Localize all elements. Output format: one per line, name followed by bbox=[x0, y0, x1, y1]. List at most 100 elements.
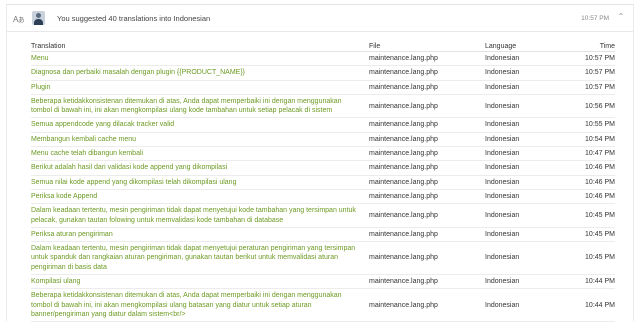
language-cell: Indonesian bbox=[485, 288, 565, 322]
activity-title: You suggested 40 translations into Indon… bbox=[57, 14, 211, 23]
table-row: Membangun kembali cache menu maintenance.… bbox=[31, 132, 615, 148]
file-cell: maintenance.lang.php bbox=[369, 80, 485, 95]
language-cell: Indonesian bbox=[485, 51, 565, 67]
header-translation: Translation bbox=[31, 36, 369, 52]
file-cell: maintenance.lang.php bbox=[369, 288, 485, 322]
time-cell: 10:47 PM bbox=[565, 146, 615, 162]
time-cell: 10:44 PM bbox=[565, 274, 615, 290]
table-row: Dalam keadaan tertentu, mesin pengiriman… bbox=[31, 241, 615, 276]
language-cell: Indonesian bbox=[485, 175, 565, 190]
file-cell: maintenance.lang.php bbox=[369, 274, 485, 290]
translation-link[interactable]: Beberapa ketidakkonsistenan ditemukan di… bbox=[31, 97, 369, 116]
time-cell: 10:54 PM bbox=[565, 132, 615, 148]
language-cell: Indonesian bbox=[485, 189, 565, 205]
file-cell: maintenance.lang.php bbox=[369, 117, 485, 133]
translation-link[interactable]: Semua nilai kode append yang dikompilasi… bbox=[31, 178, 369, 187]
time-cell: 10:45 PM bbox=[565, 203, 615, 228]
translation-cell: Semua nilai kode append yang dikompilasi… bbox=[31, 175, 369, 190]
language-cell: Indonesian bbox=[485, 65, 565, 81]
translation-cell: Periksa aturan pengiriman bbox=[31, 227, 369, 243]
translation-cell: Kompilasi ulang bbox=[31, 274, 369, 290]
table-body: Menu maintenance.lang.php Indonesian 10:57 … bbox=[31, 51, 615, 322]
translation-link[interactable]: Menu cache telah dibangun kembali bbox=[31, 149, 369, 158]
time-cell: 10:46 PM bbox=[565, 189, 615, 205]
table-row: Diagnosa dan perbaiki masalah dengan plu… bbox=[31, 65, 615, 81]
file-cell: maintenance.lang.php bbox=[369, 146, 485, 162]
table-row: Menu cache telah dibangun kembali mainten… bbox=[31, 146, 615, 162]
translation-cell: Menu bbox=[31, 51, 369, 67]
time-cell: 10:57 PM bbox=[565, 51, 615, 67]
header-time: Time bbox=[565, 36, 615, 52]
file-cell: maintenance.lang.php bbox=[369, 51, 485, 67]
activity-header[interactable]: Aあ You suggested 40 translations into In… bbox=[7, 5, 633, 32]
translation-link[interactable]: Periksa aturan pengiriman bbox=[31, 230, 369, 239]
language-cell: Indonesian bbox=[485, 241, 565, 276]
time-cell: 10:56 PM bbox=[565, 94, 615, 119]
translation-cell: Dalam keadaan tertentu, mesin pengiriman… bbox=[31, 203, 369, 228]
translation-cell: Periksa kode Append bbox=[31, 189, 369, 205]
table-row: Periksa aturan pengiriman maintenance.lan… bbox=[31, 227, 615, 243]
table-row: Dalam keadaan tertentu, mesin pengiriman… bbox=[31, 203, 615, 228]
translation-cell: Beberapa ketidakkonsistenan ditemukan di… bbox=[31, 94, 369, 119]
time-cell: 10:45 PM bbox=[565, 241, 615, 276]
translation-link[interactable]: Diagnosa dan perbaiki masalah dengan plu… bbox=[31, 68, 369, 77]
table-row: Semua nilai kode append yang dikompilasi… bbox=[31, 175, 615, 190]
translation-link[interactable]: Dalam keadaan tertentu, mesin pengiriman… bbox=[31, 244, 369, 272]
time-cell: 10:55 PM bbox=[565, 117, 615, 133]
avatar-body bbox=[34, 19, 43, 25]
table-row: Beberapa ketidakkonsistenan ditemukan di… bbox=[31, 288, 615, 322]
table-header-row: Translation File Language Time bbox=[31, 36, 615, 52]
file-cell: maintenance.lang.php bbox=[369, 203, 485, 228]
time-cell: 10:45 PM bbox=[565, 227, 615, 243]
file-cell: maintenance.lang.php bbox=[369, 227, 485, 243]
activity-time: 10:57 PM bbox=[581, 15, 609, 22]
translations-table: Translation File Language Time Menu maint… bbox=[31, 36, 615, 322]
translation-cell: Beberapa ketidakkonsistenan ditemukan di… bbox=[31, 288, 369, 322]
file-cell: maintenance.lang.php bbox=[369, 241, 485, 276]
translation-link[interactable]: Membangun kembali cache menu bbox=[31, 135, 369, 144]
avatar-head bbox=[36, 13, 41, 18]
file-cell: maintenance.lang.php bbox=[369, 132, 485, 148]
header-file: File bbox=[369, 36, 485, 52]
time-cell: 10:44 PM bbox=[565, 288, 615, 322]
language-cell: Indonesian bbox=[485, 146, 565, 162]
time-cell: 10:46 PM bbox=[565, 175, 615, 190]
translation-cell: Semua appendcode yang dilacak tracker va… bbox=[31, 117, 369, 133]
table-row: Menu maintenance.lang.php Indonesian 10:57 … bbox=[31, 51, 615, 67]
file-cell: maintenance.lang.php bbox=[369, 94, 485, 119]
table-row: Periksa kode Append maintenance.lang.php I… bbox=[31, 189, 615, 205]
translate-icon: Aあ bbox=[13, 15, 25, 24]
translation-cell: Dalam keadaan tertentu, mesin pengiriman… bbox=[31, 241, 369, 276]
file-cell: maintenance.lang.php bbox=[369, 160, 485, 176]
translation-link[interactable]: Semua appendcode yang dilacak tracker va… bbox=[31, 120, 369, 129]
table-row: Berikut adalah hasil dari validasi kode … bbox=[31, 160, 615, 176]
translation-link[interactable]: Kompilasi ulang bbox=[31, 277, 369, 286]
translation-link[interactable]: Periksa kode Append bbox=[31, 192, 369, 201]
time-cell: 10:46 PM bbox=[565, 160, 615, 176]
table-row: Beberapa ketidakkonsistenan ditemukan di… bbox=[31, 94, 615, 119]
file-cell: maintenance.lang.php bbox=[369, 189, 485, 205]
language-cell: Indonesian bbox=[485, 160, 565, 176]
translation-cell: Membangun kembali cache menu bbox=[31, 132, 369, 148]
time-cell: 10:57 PM bbox=[565, 80, 615, 95]
collapse-icon[interactable]: ⌃ bbox=[617, 13, 625, 21]
header-language: Language bbox=[485, 36, 565, 52]
translation-link[interactable]: Berikut adalah hasil dari validasi kode … bbox=[31, 163, 369, 172]
translation-cell: Berikut adalah hasil dari validasi kode … bbox=[31, 160, 369, 176]
avatar[interactable] bbox=[32, 11, 45, 25]
translation-link[interactable]: Menu bbox=[31, 54, 369, 63]
activity-card: Aあ You suggested 40 translations into In… bbox=[6, 4, 634, 322]
language-cell: Indonesian bbox=[485, 117, 565, 133]
file-cell: maintenance.lang.php bbox=[369, 65, 485, 81]
translation-link[interactable]: Dalam keadaan tertentu, mesin pengiriman… bbox=[31, 206, 369, 225]
table-row: Plugin maintenance.lang.php Indonesian 10:5… bbox=[31, 80, 615, 95]
translation-link[interactable]: Plugin bbox=[31, 83, 369, 92]
language-cell: Indonesian bbox=[485, 94, 565, 119]
table-row: Kompilasi ulang maintenance.lang.php Indon… bbox=[31, 274, 615, 290]
translation-cell: Plugin bbox=[31, 80, 369, 95]
language-cell: Indonesian bbox=[485, 203, 565, 228]
translation-cell: Menu cache telah dibangun kembali bbox=[31, 146, 369, 162]
language-cell: Indonesian bbox=[485, 80, 565, 95]
translation-link[interactable]: Beberapa ketidakkonsistenan ditemukan di… bbox=[31, 291, 369, 319]
language-cell: Indonesian bbox=[485, 227, 565, 243]
